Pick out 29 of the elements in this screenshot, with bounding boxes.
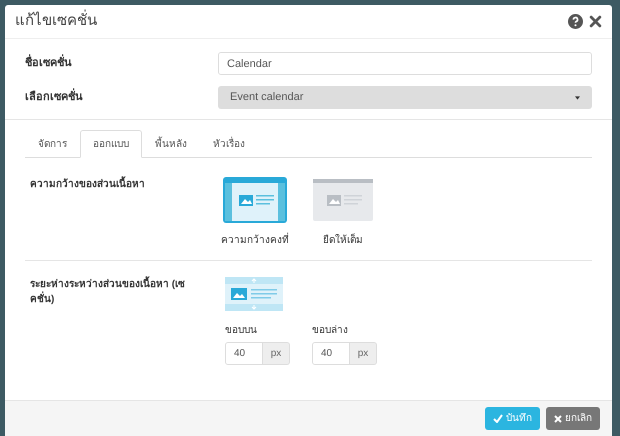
dialog-title: แก้ไขเซคชั่น xyxy=(15,10,97,33)
unit-addon: px xyxy=(350,342,377,365)
input-label: ขอบบน xyxy=(225,324,258,338)
margin-field[interactable]: 40 xyxy=(225,342,263,365)
close-icon[interactable] xyxy=(589,15,602,28)
option-label: ยืดให้เต็ม xyxy=(323,233,363,248)
fixed-width-layout-icon xyxy=(225,179,285,221)
section-label: ความกว้างของส่วนเนื้อหา xyxy=(30,177,222,248)
section-select[interactable]: Event calendar xyxy=(218,86,592,109)
caret-icon xyxy=(575,96,580,100)
tab[interactable]: พื้นหลัง xyxy=(142,130,200,158)
close-icon xyxy=(554,414,562,422)
name-field[interactable]: Calendar xyxy=(218,52,592,75)
field-label: เลือกเซคชั่น xyxy=(25,89,218,106)
spacing-layout-icon xyxy=(225,277,283,311)
check-icon xyxy=(493,414,503,423)
full-width-layout-icon xyxy=(313,179,373,221)
input-label: ขอบล่าง xyxy=(312,324,349,338)
margin-field[interactable]: 40 xyxy=(312,342,350,365)
cancel-button[interactable]: ยกเลิก xyxy=(546,407,600,430)
option-label: ความกว้างคงที่ xyxy=(221,233,289,248)
section-label: ระยะห่างระหว่างส่วนของเนื้อหา (เซคชั่น) xyxy=(30,277,205,365)
unit-addon: px xyxy=(263,342,290,365)
tab[interactable]: หัวเรื่อง xyxy=(200,130,258,158)
help-icon[interactable] xyxy=(568,14,583,29)
field-label: ชื่อเซคชั่น xyxy=(25,55,218,72)
select-value: Event calendar xyxy=(230,90,304,106)
tab[interactable]: จัดการ xyxy=(25,130,80,158)
tab[interactable]: ออกแบบ xyxy=(80,130,142,158)
